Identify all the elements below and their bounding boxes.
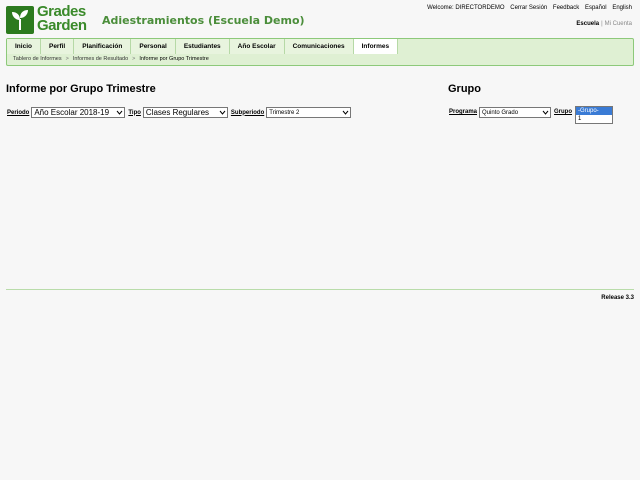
- tab-estudiantes[interactable]: Estudiantes: [175, 39, 230, 54]
- periodo-label: Periodo: [7, 109, 30, 116]
- report-filters: Periodo Año Escolar 2018-19 Tipo Clases …: [7, 106, 354, 119]
- footer-divider: [6, 289, 634, 290]
- feedback-link[interactable]: Feedback: [553, 5, 579, 11]
- release-label: Release 3.3: [601, 295, 634, 301]
- programa-select[interactable]: Quinto Grado: [479, 106, 552, 118]
- chevron-down-icon: [219, 110, 226, 115]
- scope-separator: |: [601, 21, 603, 27]
- grupo-filters: Programa Quinto Grado Grupo: [449, 106, 574, 118]
- grupo-option-1[interactable]: 1: [576, 115, 612, 123]
- scope-escuela-link[interactable]: Escuela: [576, 21, 599, 27]
- breadcrumb-separator: >: [132, 56, 136, 62]
- school-title: Adiestramientos (Escuela Demo): [102, 14, 305, 27]
- scope-mi-cuenta-link[interactable]: Mi Cuenta: [605, 21, 632, 27]
- lang-en-link[interactable]: English: [612, 5, 632, 11]
- tab-perfil[interactable]: Perfil: [40, 39, 75, 54]
- tab-inicio[interactable]: Inicio: [7, 39, 41, 54]
- app-header: Grades Garden Adiestramientos (Escuela D…: [0, 0, 640, 38]
- page-title: Informe por Grupo Trimestre: [6, 83, 156, 95]
- breadcrumb-current: Informe por Grupo Trimestre: [139, 56, 209, 62]
- grupo-panel-title: Grupo: [448, 83, 481, 95]
- breadcrumb-resultado-link[interactable]: Informes de Resultado: [73, 56, 128, 62]
- chevron-down-icon: [116, 110, 123, 115]
- tab-ano-escolar[interactable]: Año Escolar: [229, 39, 285, 54]
- grupo-listbox[interactable]: -Grupo- 1: [575, 106, 613, 124]
- main-nav: Inicio Perfil Planificación Personal Est…: [6, 38, 634, 66]
- tab-planificacion[interactable]: Planificación: [74, 39, 132, 54]
- programa-label: Programa: [449, 109, 478, 115]
- subperiodo-select[interactable]: Trimestre 2: [266, 107, 352, 118]
- tab-comunicaciones[interactable]: Comunicaciones: [284, 39, 354, 54]
- lang-es-link[interactable]: Español: [585, 5, 607, 11]
- grupo-option-placeholder[interactable]: -Grupo-: [576, 107, 612, 115]
- tipo-label: Tipo: [128, 109, 141, 116]
- top-links: Welcome: DIRECTORDEMO Cerrar Sesión Feed…: [427, 5, 632, 11]
- periodo-select[interactable]: Año Escolar 2018-19: [31, 107, 126, 118]
- scope-links: Escuela | Mi Cuenta: [576, 21, 632, 27]
- tab-personal[interactable]: Personal: [131, 39, 176, 54]
- chevron-down-icon: [542, 110, 549, 115]
- tab-informes[interactable]: Informes: [353, 39, 399, 54]
- grupo-label: Grupo: [554, 109, 573, 115]
- sprout-logo-icon: [6, 6, 34, 34]
- welcome-text: Welcome: DIRECTORDEMO: [427, 5, 505, 11]
- logo-wordmark: Grades Garden: [37, 3, 87, 34]
- breadcrumb-tablero-link[interactable]: Tablero de Informes: [13, 56, 62, 62]
- breadcrumb: Tablero de Informes > Informes de Resultad…: [13, 56, 209, 62]
- chevron-down-icon: [342, 110, 349, 115]
- breadcrumb-separator: >: [65, 56, 69, 62]
- logout-link[interactable]: Cerrar Sesión: [510, 5, 547, 11]
- grades-garden-logo[interactable]: Grades Garden: [6, 3, 94, 34]
- tipo-select[interactable]: Clases Regulares: [142, 107, 228, 118]
- nav-tabs: Inicio Perfil Planificación Personal Est…: [7, 39, 399, 54]
- subperiodo-label: Subperiodo: [230, 109, 265, 116]
